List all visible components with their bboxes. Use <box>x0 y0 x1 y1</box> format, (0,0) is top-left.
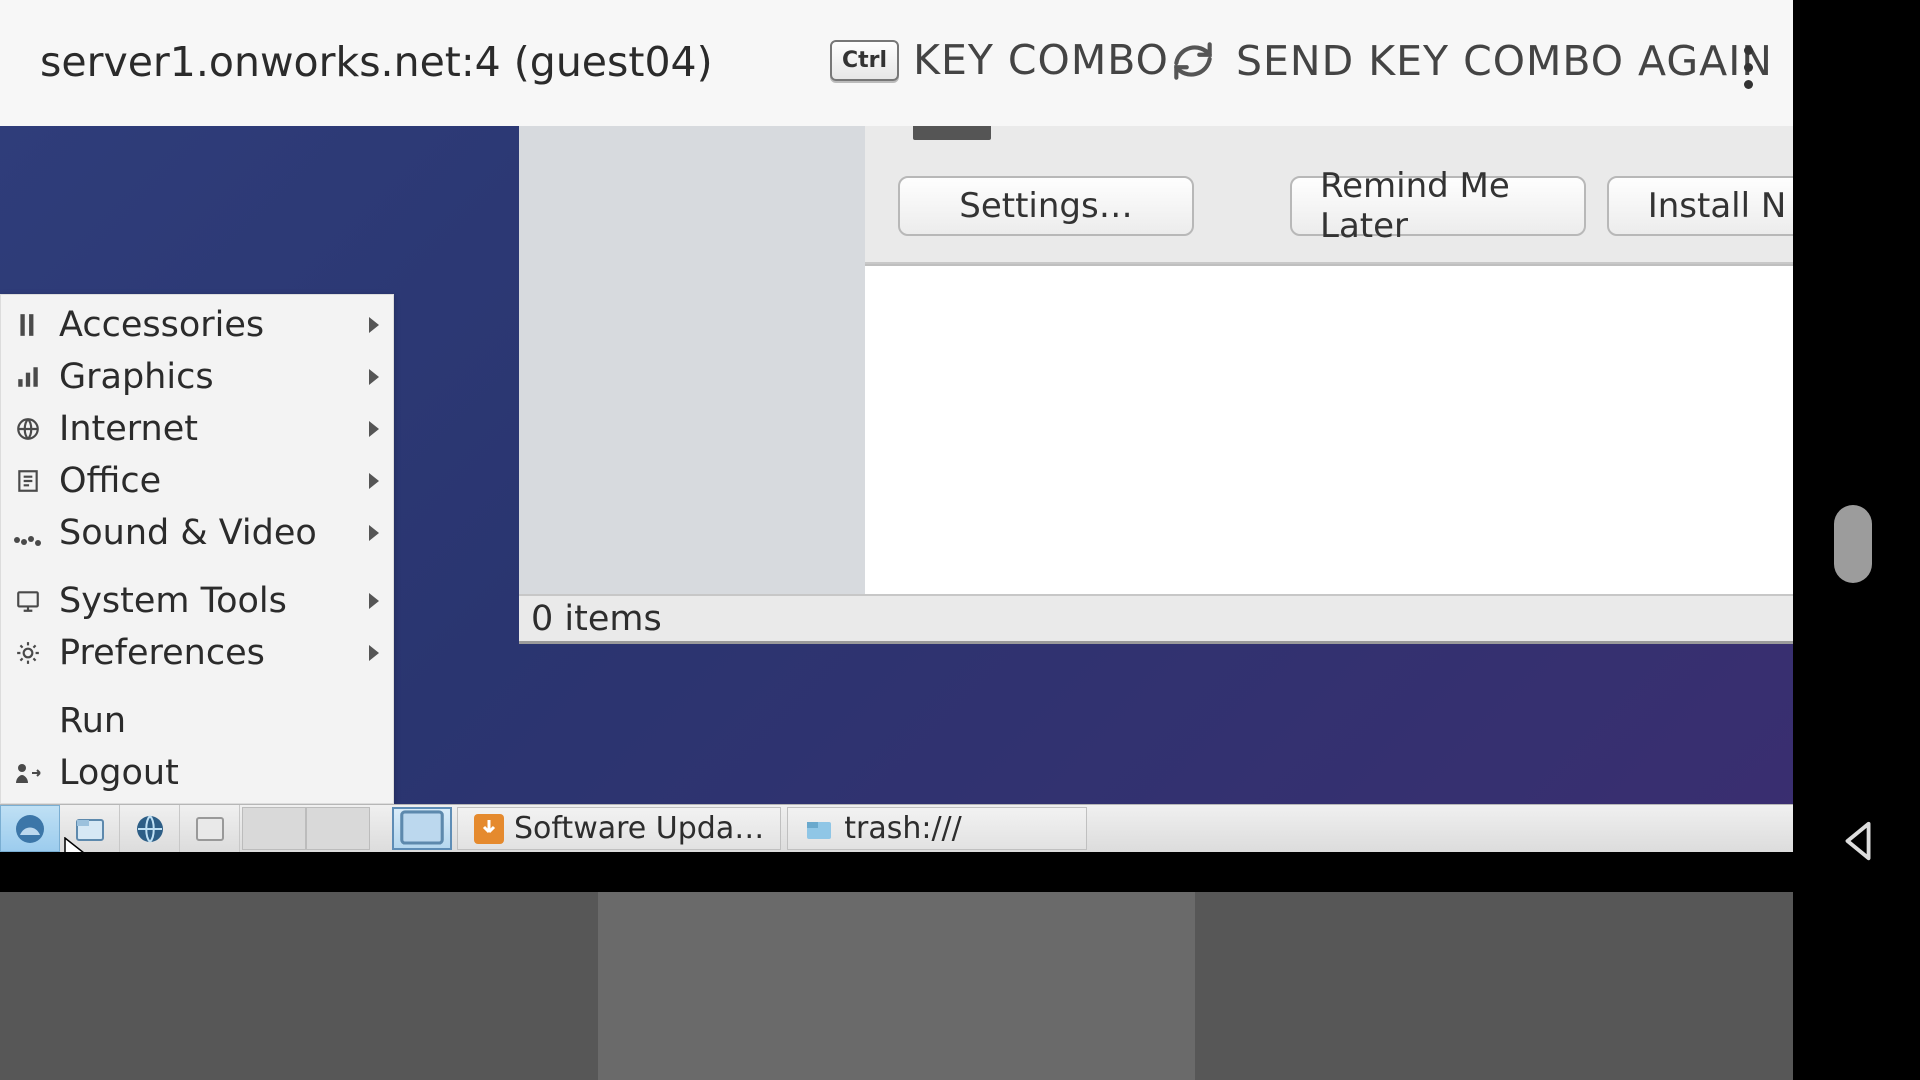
chevron-right-icon <box>369 473 379 489</box>
menu-item-preferences[interactable]: Preferences <box>1 627 393 679</box>
android-back-button[interactable] <box>1836 818 1882 868</box>
toolbar-slot-right[interactable] <box>1195 892 1793 1080</box>
menu-item-label: Internet <box>59 409 198 449</box>
menu-item-logout[interactable]: Logout <box>1 747 393 799</box>
file-manager-content[interactable] <box>865 264 1793 594</box>
menu-item-internet[interactable]: Internet <box>1 403 393 455</box>
accessories-icon <box>13 312 43 338</box>
session-title: server1.onworks.net:4 (guest04) <box>40 38 713 86</box>
preferences-icon <box>13 640 43 666</box>
show-desktop-button[interactable] <box>392 807 452 850</box>
chevron-right-icon <box>369 645 379 661</box>
workspace-2[interactable] <box>306 807 370 850</box>
menu-item-label: Office <box>59 461 161 501</box>
file-manager-status-bar: 0 items <box>519 594 1793 644</box>
updater-icon <box>474 814 504 844</box>
menu-item-label: Logout <box>59 753 179 793</box>
host-bottom-toolbar <box>0 892 1793 1080</box>
start-menu-button[interactable] <box>0 805 60 852</box>
taskbar-task-trash[interactable]: trash:/// <box>787 807 1087 850</box>
terminal-launcher[interactable] <box>180 805 240 852</box>
system-tools-icon <box>13 588 43 614</box>
menu-item-label: Sound & Video <box>59 513 317 553</box>
menu-item-label: Graphics <box>59 357 214 397</box>
menu-item-system-tools[interactable]: System Tools <box>1 575 393 627</box>
remind-later-button[interactable]: Remind Me Later <box>1290 176 1586 236</box>
key-combo-button[interactable]: Ctrl KEY COMBO <box>830 36 1169 84</box>
scrollbar-thumb[interactable] <box>1834 505 1872 583</box>
menu-item-sound-video[interactable]: Sound & Video <box>1 507 393 559</box>
updater-header-icon <box>913 126 991 140</box>
install-now-button[interactable]: Install N <box>1607 176 1793 236</box>
folder-icon <box>804 814 834 844</box>
device-nav-bar <box>1793 0 1920 872</box>
send-again-label: SEND KEY COMBO AGAIN <box>1236 37 1773 85</box>
item-count-label: 0 items <box>531 599 662 639</box>
applications-menu: Accessories Graphics Internet Office <box>0 294 394 804</box>
send-key-combo-again-button[interactable]: SEND KEY COMBO AGAIN <box>1168 36 1773 86</box>
file-manager-sidebar[interactable] <box>519 126 865 596</box>
software-updater-dialog: Settings… Remind Me Later Install N <box>865 126 1793 264</box>
workspace-1[interactable] <box>242 807 306 850</box>
web-browser-launcher[interactable] <box>120 805 180 852</box>
internet-icon <box>13 416 43 442</box>
chevron-right-icon <box>369 421 379 437</box>
browser-top-bar: server1.onworks.net:4 (guest04) Ctrl KEY… <box>0 0 1793 126</box>
toolbar-slot-middle[interactable] <box>598 892 1196 1080</box>
menu-item-label: Preferences <box>59 633 265 673</box>
taskbar-task-software-updater[interactable]: Software Upda… <box>457 807 781 850</box>
refresh-icon <box>1168 36 1218 86</box>
taskbar: Software Upda… trash:/// <box>0 804 1793 852</box>
menu-item-label: Accessories <box>59 305 264 345</box>
chevron-right-icon <box>369 369 379 385</box>
chevron-right-icon <box>369 317 379 333</box>
menu-item-label: Run <box>59 701 126 741</box>
logout-icon <box>13 760 43 786</box>
menu-item-office[interactable]: Office <box>1 455 393 507</box>
menu-item-graphics[interactable]: Graphics <box>1 351 393 403</box>
task-label: Software Upda… <box>514 811 764 846</box>
task-label: trash:/// <box>844 811 962 846</box>
remote-desktop[interactable]: Settings… Remind Me Later Install N 0 it… <box>0 126 1793 852</box>
letterbox-band <box>0 852 1793 892</box>
workspace-pager[interactable] <box>242 805 370 852</box>
key-combo-label: KEY COMBO <box>913 36 1169 84</box>
menu-item-label: System Tools <box>59 581 287 621</box>
sound-video-icon <box>13 520 43 546</box>
settings-button[interactable]: Settings… <box>898 176 1194 236</box>
menu-item-accessories[interactable]: Accessories <box>1 299 393 351</box>
chevron-right-icon <box>369 525 379 541</box>
chevron-right-icon <box>369 593 379 609</box>
graphics-icon <box>13 364 43 390</box>
more-menu-button[interactable] <box>1744 46 1753 89</box>
office-icon <box>13 468 43 494</box>
ctrl-key-icon: Ctrl <box>830 40 899 81</box>
menu-item-run[interactable]: Run <box>1 695 393 747</box>
toolbar-slot-left[interactable] <box>0 892 598 1080</box>
